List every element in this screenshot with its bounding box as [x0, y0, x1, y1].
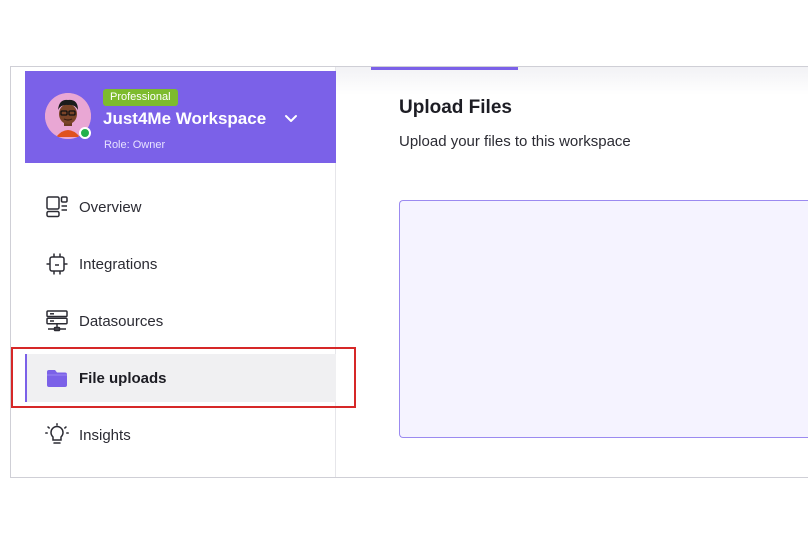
sidebar-item-label: Overview [79, 198, 142, 216]
online-status-dot [79, 127, 91, 139]
sidebar-item-label: Datasources [79, 312, 164, 330]
page-subtitle: Upload your files to this workspace [399, 133, 631, 150]
active-tab-indicator [371, 67, 518, 70]
sidebar-item-overview[interactable]: Overview [25, 183, 336, 231]
workspace-name: Just4Me Workspace [103, 109, 267, 128]
integrations-icon [45, 252, 69, 276]
plan-badge: Professional [103, 89, 178, 106]
file-dropzone[interactable] [399, 200, 808, 438]
sidebar-item-label: Insights [79, 426, 131, 444]
workspace-switcher[interactable]: Professional Just4Me Workspace Role: Own… [25, 71, 336, 163]
top-shade [336, 67, 808, 95]
page-title: Upload Files [399, 97, 512, 118]
main-content: Upload Files Upload your files to this w… [336, 67, 808, 477]
app-window: Professional Just4Me Workspace Role: Own… [10, 66, 808, 478]
overview-icon [45, 195, 69, 219]
workspace-role: Role: Owner [104, 139, 166, 151]
sidebar-item-insights[interactable]: Insights [25, 411, 336, 459]
clipped-text-line [399, 471, 639, 477]
chevron-down-icon[interactable] [283, 111, 299, 127]
sidebar: Professional Just4Me Workspace Role: Own… [11, 67, 336, 477]
highlight-box [11, 347, 356, 408]
sidebar-item-datasources[interactable]: Datasources [25, 297, 336, 345]
datasources-icon [45, 309, 69, 333]
lightbulb-icon [45, 423, 69, 447]
sidebar-item-label: Integrations [79, 255, 158, 273]
sidebar-item-integrations[interactable]: Integrations [25, 240, 336, 288]
